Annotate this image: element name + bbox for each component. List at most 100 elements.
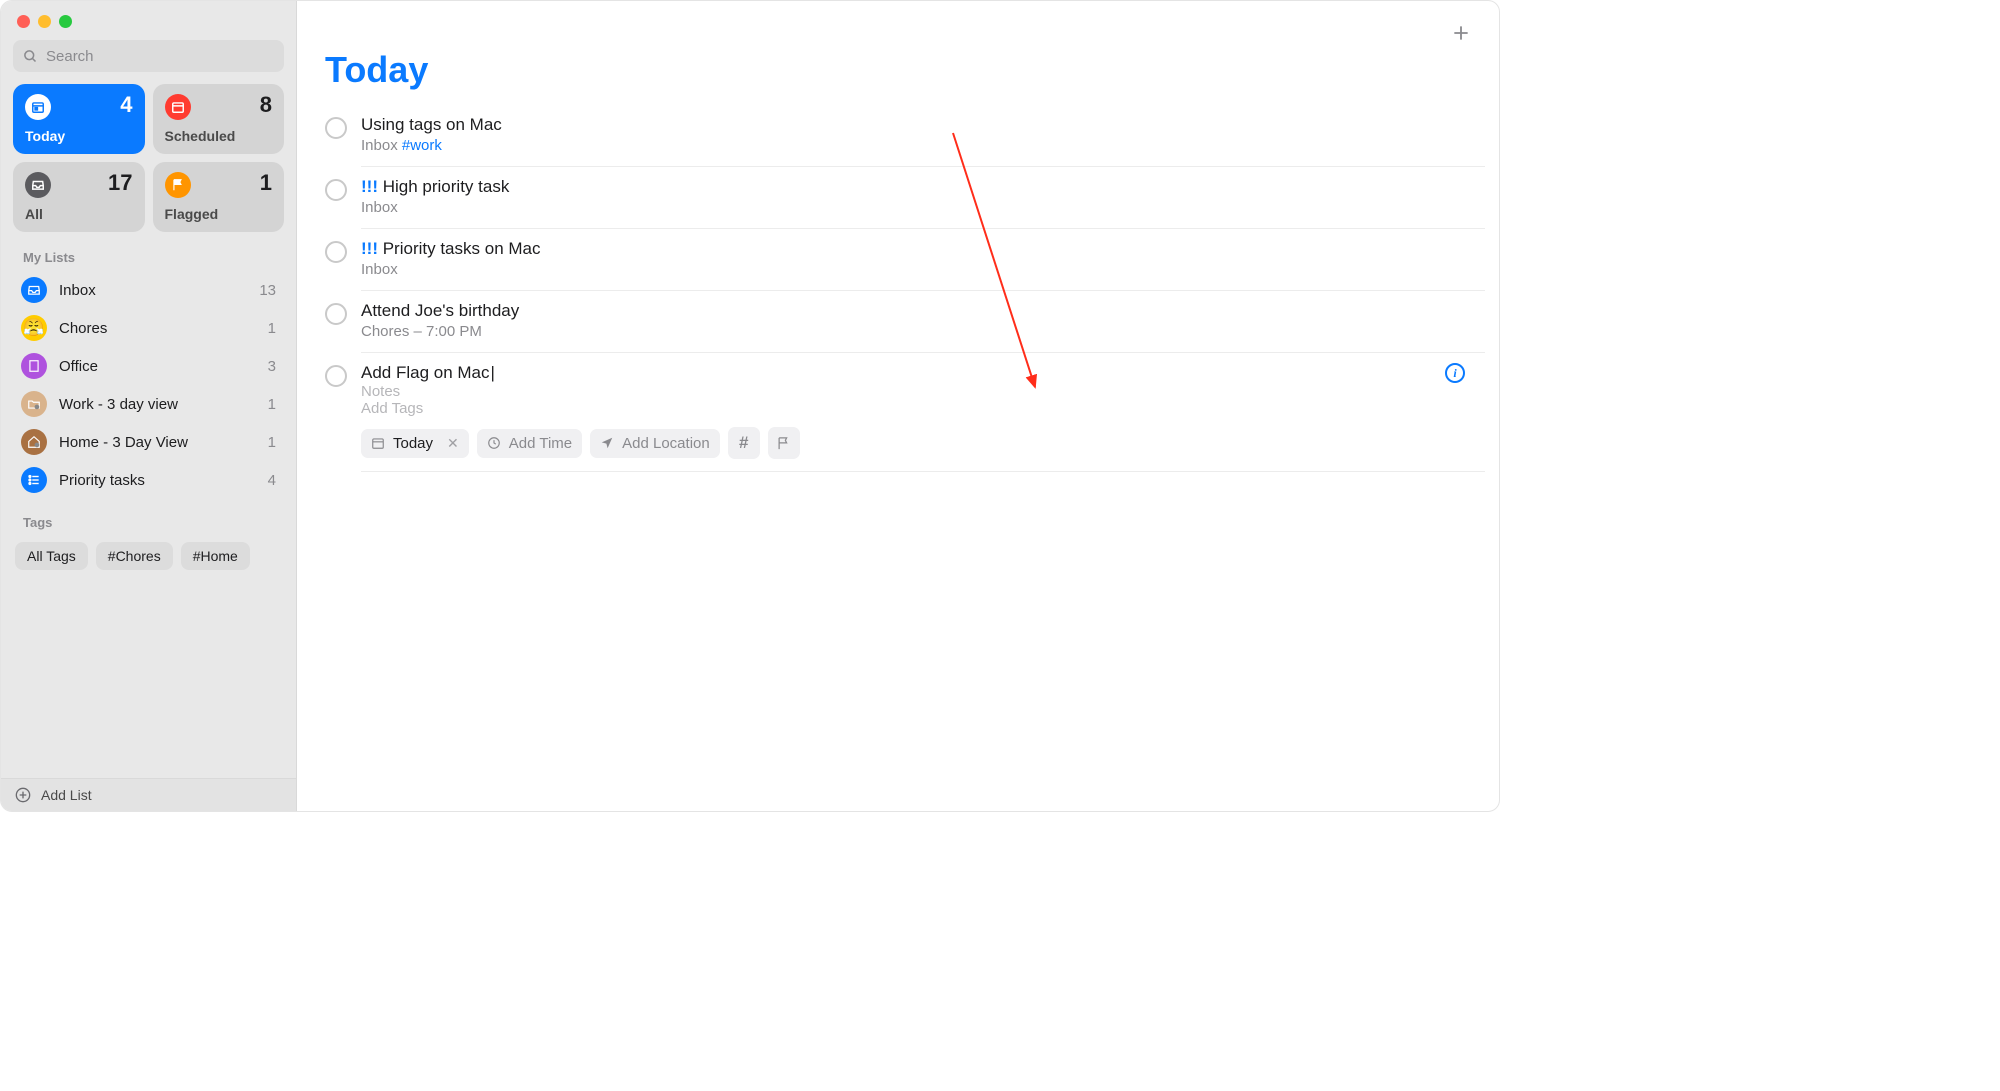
hash-icon: # <box>739 433 748 453</box>
list-count: 13 <box>259 282 276 299</box>
add-list-button[interactable]: Add List <box>1 778 296 811</box>
reminder-checkbox[interactable] <box>325 303 347 325</box>
smart-list-scheduled-label: Scheduled <box>165 128 273 144</box>
date-chip[interactable]: Today ✕ <box>361 429 469 458</box>
location-chip[interactable]: Add Location <box>590 429 720 458</box>
smart-list-flagged[interactable]: 1 Flagged <box>153 162 285 232</box>
tag-chip[interactable]: All Tags <box>15 542 88 570</box>
tag-chip[interactable]: #Chores <box>96 542 173 570</box>
list-item[interactable]: 😤 Chores 1 <box>11 309 286 347</box>
list-item[interactable]: Office3 <box>11 347 286 385</box>
reminder-checkbox[interactable] <box>325 365 347 387</box>
time-chip-label: Add Time <box>509 435 572 452</box>
priority-indicator: !!! <box>361 177 378 196</box>
flag-icon <box>776 436 791 451</box>
list-item[interactable]: Home - 3 Day View 1 <box>11 423 286 461</box>
reminder-row[interactable]: !!! Priority tasks on MacInbox <box>311 229 1485 290</box>
calendar-icon <box>165 94 191 120</box>
clock-icon <box>487 436 501 450</box>
reminder-subtitle: Inbox <box>361 261 1471 278</box>
smart-lists: 4 Today 8 Scheduled 17 All <box>1 84 296 246</box>
tags-input[interactable]: Add Tags <box>361 400 1471 417</box>
date-chip-label: Today <box>393 435 433 452</box>
tag-button[interactable]: # <box>728 427 760 459</box>
smart-list-today-label: Today <box>25 128 133 144</box>
clear-date-button[interactable]: ✕ <box>447 435 459 452</box>
reminders-list: Using tags on Mac Inbox #work !!! High pri… <box>297 97 1499 472</box>
sidebar: Search 4 Today 8 Scheduled <box>1 1 297 811</box>
search-input[interactable]: Search <box>13 40 284 72</box>
smart-list-all[interactable]: 17 All <box>13 162 145 232</box>
list-icon <box>21 353 47 379</box>
reminder-title: Attend Joe's birthday <box>361 301 519 320</box>
list-icon: 😤 <box>21 315 47 341</box>
calendar-today-icon <box>25 94 51 120</box>
reminder-subtitle: Chores – 7:00 PM <box>361 323 1471 340</box>
plus-circle-icon <box>15 787 31 803</box>
notes-input[interactable]: Notes <box>361 383 1471 400</box>
smart-list-flagged-count: 1 <box>260 170 272 196</box>
list-label: Home - 3 Day View <box>59 434 256 451</box>
list-label: Chores <box>59 320 256 337</box>
flag-icon <box>165 172 191 198</box>
reminders-window: Search 4 Today 8 Scheduled <box>0 0 1500 812</box>
reminder-row-editing[interactable]: Add Flag on MacNotesAdd Tags Today ✕ Add Ti… <box>311 353 1485 471</box>
window-controls <box>1 1 296 40</box>
reminder-row[interactable]: Attend Joe's birthday Chores – 7:00 PM <box>311 291 1485 352</box>
list-item[interactable]: Work - 3 day view 1 <box>11 385 286 423</box>
close-window-button[interactable] <box>17 15 30 28</box>
search-placeholder: Search <box>46 48 94 65</box>
info-button[interactable]: i <box>1445 363 1465 383</box>
main-header: Today <box>297 1 1499 97</box>
smart-list-flagged-label: Flagged <box>165 206 273 222</box>
maximize-window-button[interactable] <box>59 15 72 28</box>
flag-button[interactable] <box>768 427 800 459</box>
smart-list-today[interactable]: 4 Today <box>13 84 145 154</box>
tags-header: Tags <box>1 499 296 536</box>
search-icon <box>23 49 38 64</box>
reminder-checkbox[interactable] <box>325 241 347 263</box>
tags-row: All Tags #Chores #Home <box>1 536 296 584</box>
smart-list-all-label: All <box>25 206 133 222</box>
reminder-checkbox[interactable] <box>325 179 347 201</box>
minimize-window-button[interactable] <box>38 15 51 28</box>
tray-icon <box>25 172 51 198</box>
reminder-title: Priority tasks on Mac <box>383 239 541 258</box>
list-count: 1 <box>268 396 276 413</box>
reminder-row[interactable]: !!! High priority taskInbox <box>311 167 1485 228</box>
list-item[interactable]: Priority tasks 4 <box>11 461 286 499</box>
list-count: 1 <box>268 320 276 337</box>
reminder-title: Using tags on Mac <box>361 115 502 134</box>
my-lists-header: My Lists <box>1 246 296 271</box>
reminder-title-input[interactable]: Add Flag on Mac <box>361 363 495 382</box>
list-label: Priority tasks <box>59 472 256 489</box>
smart-list-scheduled-count: 8 <box>260 92 272 118</box>
list-icon <box>21 429 47 455</box>
divider <box>361 471 1485 472</box>
my-lists: Inbox13😤Chores1Office3Work - 3 day view1… <box>1 271 296 499</box>
calendar-icon <box>371 436 385 450</box>
list-title: Today <box>325 19 428 97</box>
smart-list-all-count: 17 <box>108 170 132 196</box>
reminder-tag[interactable]: #work <box>402 137 442 154</box>
list-icon <box>21 467 47 493</box>
list-count: 1 <box>268 434 276 451</box>
list-count: 4 <box>268 472 276 489</box>
location-icon <box>600 436 614 450</box>
list-count: 3 <box>268 358 276 375</box>
smart-list-today-count: 4 <box>120 92 132 118</box>
smart-list-scheduled[interactable]: 8 Scheduled <box>153 84 285 154</box>
time-chip[interactable]: Add Time <box>477 429 582 458</box>
tag-chip[interactable]: #Home <box>181 542 250 570</box>
reminder-subtitle: Inbox #work <box>361 137 1471 154</box>
reminder-row[interactable]: Using tags on Mac Inbox #work <box>311 105 1485 166</box>
quick-actions: Today ✕ Add Time Add Location # <box>361 427 1471 459</box>
list-item[interactable]: Inbox 13 <box>11 271 286 309</box>
list-label: Work - 3 day view <box>59 396 256 413</box>
list-label: Inbox <box>59 282 247 299</box>
location-chip-label: Add Location <box>622 435 710 452</box>
reminder-subtitle: Inbox <box>361 199 1471 216</box>
new-reminder-button[interactable] <box>1451 19 1471 43</box>
list-icon <box>21 391 47 417</box>
reminder-checkbox[interactable] <box>325 117 347 139</box>
